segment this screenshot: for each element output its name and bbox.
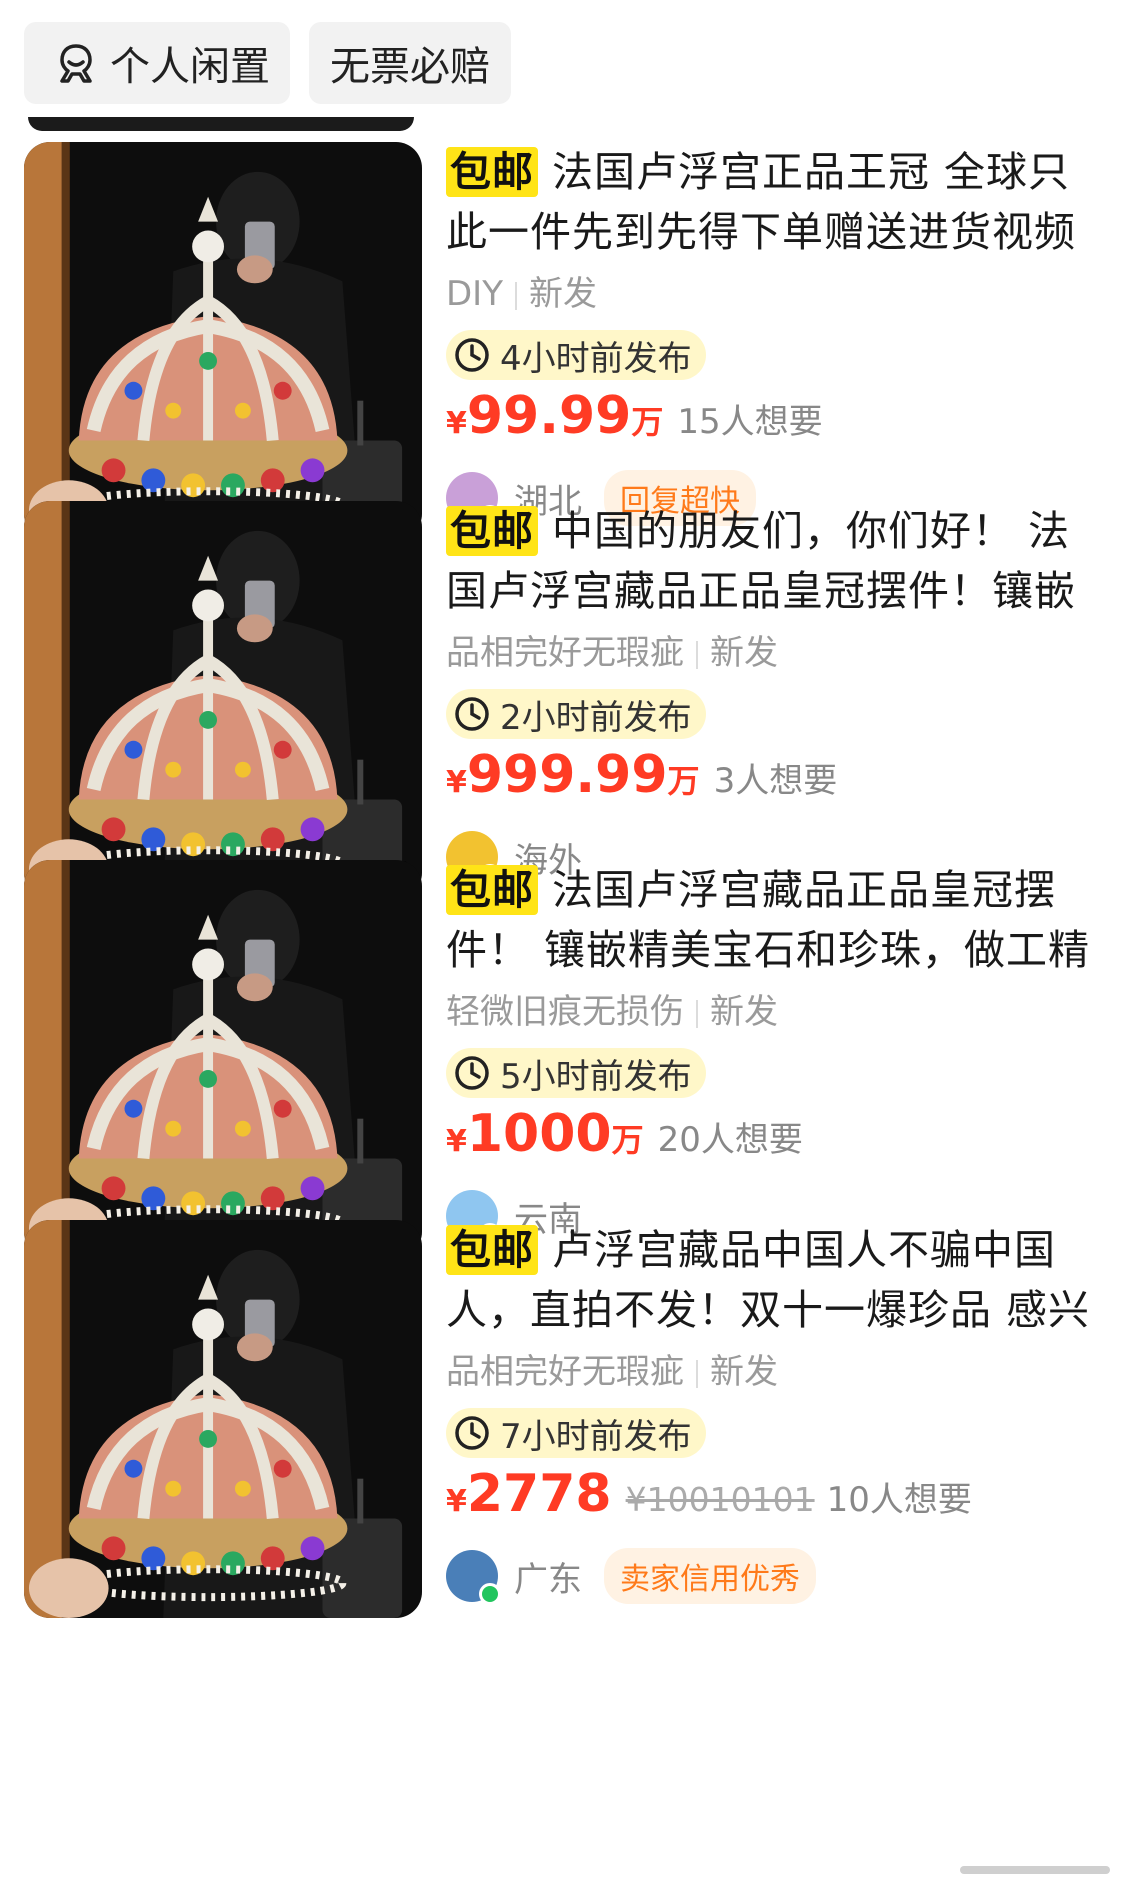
listing-title-text: 法国卢浮宫藏品正品皇冠摆件！ 镶嵌精美宝石和珍珠，做工精 — [446, 866, 1091, 974]
posted-time: 4小时前发布 — [500, 338, 692, 379]
posted-time-pill: 4小时前发布 — [446, 330, 706, 380]
price-value: 1000 — [466, 1104, 612, 1164]
tag-divider — [696, 640, 698, 669]
condition-tag: 轻微旧痕无损伤 — [446, 992, 684, 1032]
seller-location: 广东 — [514, 1559, 582, 1600]
listing-title[interactable]: 包邮 法国卢浮宫藏品正品皇冠摆件！ 镶嵌精美宝石和珍珠，做工精 — [446, 860, 1106, 980]
price-value: 2778 — [466, 1464, 612, 1524]
currency-symbol: ¥ — [446, 765, 467, 800]
free-shipping-badge: 包邮 — [446, 147, 538, 197]
wants-count: 3人想要 — [713, 761, 838, 801]
listing-title[interactable]: 包邮 法国卢浮宫正品王冠 全球只此一件先到先得下单赠送进货视频 — [446, 142, 1106, 262]
filter-bar: 个人闲置 无票必赔 — [0, 0, 1125, 131]
clock-icon — [455, 697, 489, 731]
price-unit: 万 — [631, 403, 664, 441]
listing-tags: 品相完好无瑕疵 新发 — [446, 1342, 1106, 1402]
clock-icon — [455, 1056, 489, 1090]
partial-previous-thumbnail — [28, 117, 414, 131]
currency-symbol: ¥ — [446, 1124, 467, 1159]
listing-tags: DIY 新发 — [446, 264, 1106, 324]
posted-time: 7小时前发布 — [500, 1416, 692, 1457]
product-image[interactable] — [24, 1220, 422, 1618]
price-row: ¥99.99 万 15人想要 — [446, 386, 1106, 456]
tag-divider — [514, 281, 517, 310]
condition-tag: 品相完好无瑕疵 — [446, 1352, 684, 1392]
price-row: ¥1000 万 20人想要 — [446, 1104, 1106, 1174]
listing-tags: 品相完好无瑕疵 新发 — [446, 623, 1106, 683]
posted-time-pill: 2小时前发布 — [446, 689, 706, 739]
seller-row[interactable]: 广东 卖家信用优秀 — [446, 1540, 1106, 1612]
listing-info: 包邮 法国卢浮宫正品王冠 全球只此一件先到先得下单赠送进货视频 DIY 新发 4小时… — [446, 142, 1106, 534]
currency-symbol: ¥ — [446, 406, 467, 441]
price-value: 999.99 — [466, 745, 668, 805]
clock-icon — [455, 1416, 489, 1450]
listing-card[interactable]: 包邮 法国卢浮宫正品王冠 全球只此一件先到先得下单赠送进货视频 DIY 新发 4小时… — [0, 142, 1125, 542]
online-status-dot — [479, 1583, 501, 1605]
posted-time-pill: 5小时前发布 — [446, 1048, 706, 1098]
currency-symbol: ¥ — [446, 1484, 467, 1519]
status-tag: 新发 — [710, 633, 778, 673]
crown-photo-image — [24, 501, 422, 899]
filter-chip-label: 个人闲置 — [110, 44, 270, 90]
product-image[interactable]: 闲鱼 — [24, 501, 422, 899]
filter-chip-no-ticket[interactable]: 无票必赔 — [309, 22, 511, 104]
listing-card[interactable]: 包邮 法国卢浮宫藏品正品皇冠摆件！ 镶嵌精美宝石和珍珠，做工精 轻微旧痕无损伤 新发… — [0, 860, 1125, 1260]
status-tag: 新发 — [710, 1352, 778, 1392]
posted-time: 5小时前发布 — [500, 1056, 692, 1097]
tag-divider — [696, 1359, 698, 1388]
tag-divider — [696, 999, 698, 1028]
status-tag: 新发 — [528, 274, 597, 314]
price-row: ¥2778 ¥10010101 10人想要 — [446, 1464, 1106, 1534]
posted-time-pill: 7小时前发布 — [446, 1408, 706, 1458]
listing-title-text: 中国的朋友们，你们好！ 法国卢浮宫藏品正品皇冠摆件！镶嵌精 — [446, 507, 1076, 615]
crown-photo-image — [24, 142, 422, 540]
clock-icon — [455, 338, 489, 372]
listing-title-text: 卢浮宫藏品中国人不骗中国人，直拍不发！双十一爆珍品 感兴 — [446, 1226, 1091, 1334]
product-image[interactable] — [24, 142, 422, 540]
listing-card[interactable]: 包邮 卢浮宫藏品中国人不骗中国人，直拍不发！双十一爆珍品 感兴 品相完好无瑕疵 新发… — [0, 1220, 1125, 1620]
listing-card[interactable]: 闲鱼 包邮中国的朋友们，你们好！ 法国卢浮宫藏品正品皇冠摆件！镶嵌精 品相完好无… — [0, 501, 1125, 901]
free-shipping-badge: 包邮 — [446, 865, 538, 915]
listing-title[interactable]: 包邮中国的朋友们，你们好！ 法国卢浮宫藏品正品皇冠摆件！镶嵌精 — [446, 501, 1106, 621]
wants-count: 10人想要 — [826, 1480, 972, 1520]
crown-photo-image — [24, 860, 422, 1258]
listing-info: 包邮 卢浮宫藏品中国人不骗中国人，直拍不发！双十一爆珍品 感兴 品相完好无瑕疵 新发… — [446, 1220, 1106, 1612]
filter-chip-label: 无票必赔 — [330, 44, 490, 90]
wants-count: 15人想要 — [677, 402, 823, 442]
filter-chip-personal-idle[interactable]: 个人闲置 — [24, 22, 290, 104]
price-row: ¥999.99 万 3人想要 — [446, 745, 1106, 815]
posted-time: 2小时前发布 — [500, 697, 692, 738]
listing-title[interactable]: 包邮 卢浮宫藏品中国人不骗中国人，直拍不发！双十一爆珍品 感兴 — [446, 1220, 1106, 1340]
price-unit: 万 — [611, 1121, 644, 1159]
listing-tags: 轻微旧痕无损伤 新发 — [446, 982, 1106, 1042]
seller-avatar[interactable] — [446, 1550, 501, 1605]
wants-count: 20人想要 — [657, 1120, 803, 1160]
status-tag: 新发 — [710, 992, 778, 1032]
seller-badge: 卖家信用优秀 — [604, 1548, 816, 1604]
free-shipping-badge: 包邮 — [446, 1225, 538, 1275]
price-unit: 万 — [667, 762, 700, 800]
home-indicator-icon — [960, 1866, 1110, 1874]
condition-tag: 品相完好无瑕疵 — [446, 633, 684, 673]
listing-info: 包邮中国的朋友们，你们好！ 法国卢浮宫藏品正品皇冠摆件！镶嵌精 品相完好无瑕疵新… — [446, 501, 1106, 893]
crown-photo-image — [24, 1220, 422, 1618]
product-image[interactable] — [24, 860, 422, 1258]
price-value: 99.99 — [466, 386, 632, 446]
free-shipping-badge: 包邮 — [446, 506, 538, 556]
person-icon — [60, 44, 92, 83]
listing-info: 包邮 法国卢浮宫藏品正品皇冠摆件！ 镶嵌精美宝石和珍珠，做工精 轻微旧痕无损伤 新发… — [446, 860, 1106, 1252]
original-price: ¥10010101 — [625, 1480, 815, 1519]
condition-tag: DIY — [446, 274, 503, 314]
listing-title-text: 法国卢浮宫正品王冠 全球只此一件先到先得下单赠送进货视频 — [446, 148, 1076, 256]
